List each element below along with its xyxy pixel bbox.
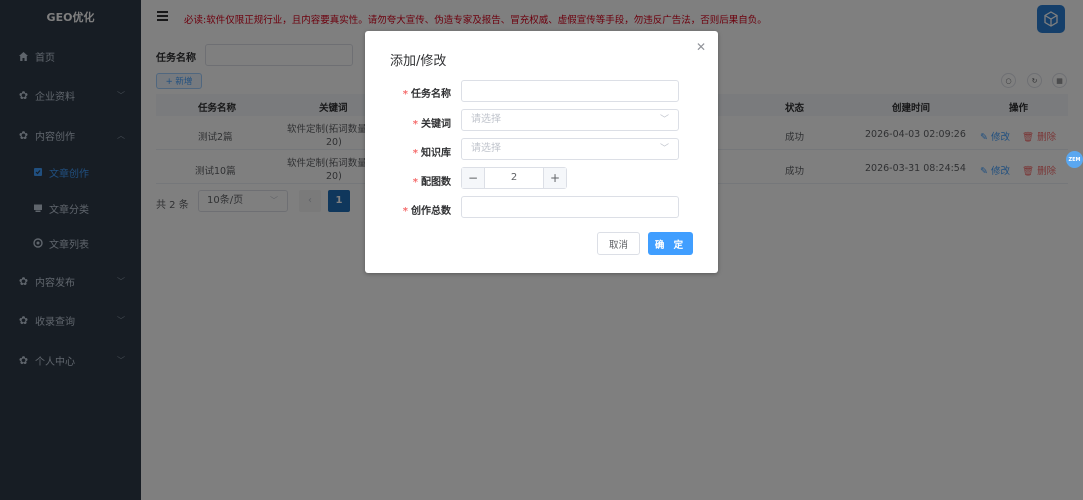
image-count-label: * 配图数 — [412, 177, 451, 188]
knowledge-label: * 知识库 — [412, 148, 451, 159]
chevron-down-icon: ﹀ — [659, 115, 669, 125]
dialog-title: 添加/修改 — [390, 54, 447, 69]
keyword-label: * 关键词 — [412, 119, 451, 130]
total-input[interactable] — [461, 196, 679, 218]
knowledge-select[interactable]: 请选择 ﹀ — [461, 138, 679, 160]
increment-button[interactable]: + — [543, 168, 566, 188]
keyword-placeholder: 请选择 — [471, 114, 501, 125]
zoom-badge[interactable]: ZEM — [1066, 151, 1083, 168]
confirm-button[interactable]: 确 定 — [648, 232, 693, 255]
image-count-stepper[interactable]: − 2 + — [461, 167, 567, 189]
edit-dialog: 添加/修改 ✕ * 任务名称 * 关键词 请选择 ﹀ * 知识库 请选择 ﹀ * 配图数… — [365, 31, 718, 273]
close-icon[interactable]: ✕ — [696, 40, 706, 54]
chevron-down-icon: ﹀ — [659, 144, 669, 154]
knowledge-placeholder: 请选择 — [471, 143, 501, 154]
task-name-input[interactable] — [461, 80, 679, 102]
image-count-value[interactable]: 2 — [485, 168, 543, 188]
keyword-select[interactable]: 请选择 ﹀ — [461, 109, 679, 131]
decrement-button[interactable]: − — [462, 168, 485, 188]
total-label: * 创作总数 — [402, 206, 451, 217]
task-name-label: * 任务名称 — [402, 89, 451, 100]
cancel-button[interactable]: 取消 — [597, 232, 640, 255]
